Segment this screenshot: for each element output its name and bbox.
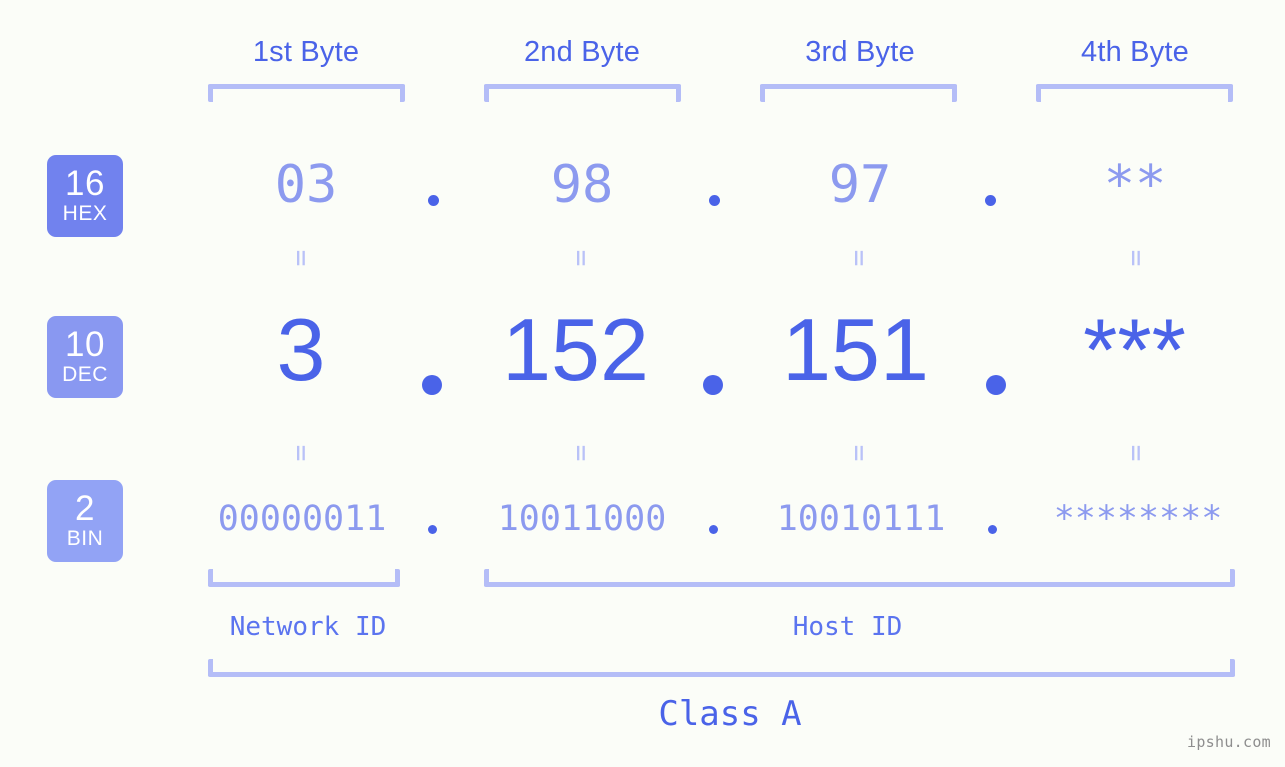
network-id-bracket bbox=[208, 569, 400, 587]
base-badge-bin-name: BIN bbox=[66, 527, 104, 550]
byte-label-2: 2nd Byte bbox=[523, 36, 641, 68]
dec-byte-1: 3 bbox=[276, 300, 326, 399]
hex-separator-dot-2 bbox=[709, 195, 720, 206]
hex-separator-dot-3 bbox=[985, 195, 996, 206]
hex-byte-1: 03 bbox=[274, 155, 338, 215]
byte-bracket-2 bbox=[484, 84, 681, 102]
bin-separator-dot-3 bbox=[988, 525, 997, 534]
dec-byte-4: *** bbox=[1083, 300, 1186, 399]
equals-icon-dec-bin-1: = bbox=[285, 444, 318, 462]
equals-icon-dec-bin-3: = bbox=[843, 444, 876, 462]
bin-separator-dot-2 bbox=[709, 525, 718, 534]
dec-byte-2: 152 bbox=[502, 300, 649, 399]
hex-byte-3: 97 bbox=[828, 155, 892, 215]
byte-label-4: 4th Byte bbox=[1081, 36, 1189, 68]
byte-bracket-1 bbox=[208, 84, 405, 102]
network-id-label: Network ID bbox=[229, 612, 387, 642]
class-bracket bbox=[208, 659, 1235, 677]
byte-bracket-3 bbox=[760, 84, 957, 102]
base-badge-dec-name: DEC bbox=[62, 363, 108, 386]
dec-separator-dot-2 bbox=[703, 375, 723, 395]
bin-byte-1: 00000011 bbox=[217, 499, 387, 539]
equals-icon-dec-bin-2: = bbox=[565, 444, 598, 462]
equals-icon-hex-dec-3: = bbox=[843, 249, 876, 267]
bin-byte-4: ******** bbox=[1053, 499, 1223, 539]
byte-bracket-4 bbox=[1036, 84, 1233, 102]
equals-icon-hex-dec-2: = bbox=[565, 249, 598, 267]
site-watermark: ipshu.com bbox=[1187, 733, 1271, 751]
base-badge-bin: 2 BIN bbox=[47, 480, 123, 562]
ip-breakdown-diagram: 1st Byte 2nd Byte 3rd Byte 4th Byte 16 H… bbox=[0, 0, 1285, 767]
equals-icon-hex-dec-4: = bbox=[1120, 249, 1153, 267]
base-badge-hex-name: HEX bbox=[62, 202, 108, 225]
bin-separator-dot-1 bbox=[428, 525, 437, 534]
equals-icon-hex-dec-1: = bbox=[285, 249, 318, 267]
hex-byte-4: ** bbox=[1103, 155, 1167, 215]
dec-separator-dot-3 bbox=[986, 375, 1006, 395]
host-id-bracket bbox=[484, 569, 1235, 587]
base-badge-hex: 16 HEX bbox=[47, 155, 123, 237]
byte-label-1: 1st Byte bbox=[252, 36, 360, 68]
base-badge-dec-number: 10 bbox=[65, 325, 105, 364]
class-label: Class A bbox=[658, 694, 802, 734]
hex-byte-2: 98 bbox=[550, 155, 614, 215]
equals-icon-dec-bin-4: = bbox=[1120, 444, 1153, 462]
byte-label-3: 3rd Byte bbox=[805, 36, 915, 68]
base-badge-hex-number: 16 bbox=[65, 164, 105, 203]
hex-separator-dot-1 bbox=[428, 195, 439, 206]
bin-byte-2: 10011000 bbox=[497, 499, 667, 539]
host-id-label: Host ID bbox=[792, 612, 903, 642]
dec-byte-3: 151 bbox=[782, 300, 929, 399]
bin-byte-3: 10010111 bbox=[776, 499, 946, 539]
base-badge-dec: 10 DEC bbox=[47, 316, 123, 398]
base-badge-bin-number: 2 bbox=[75, 489, 95, 528]
dec-separator-dot-1 bbox=[422, 375, 442, 395]
